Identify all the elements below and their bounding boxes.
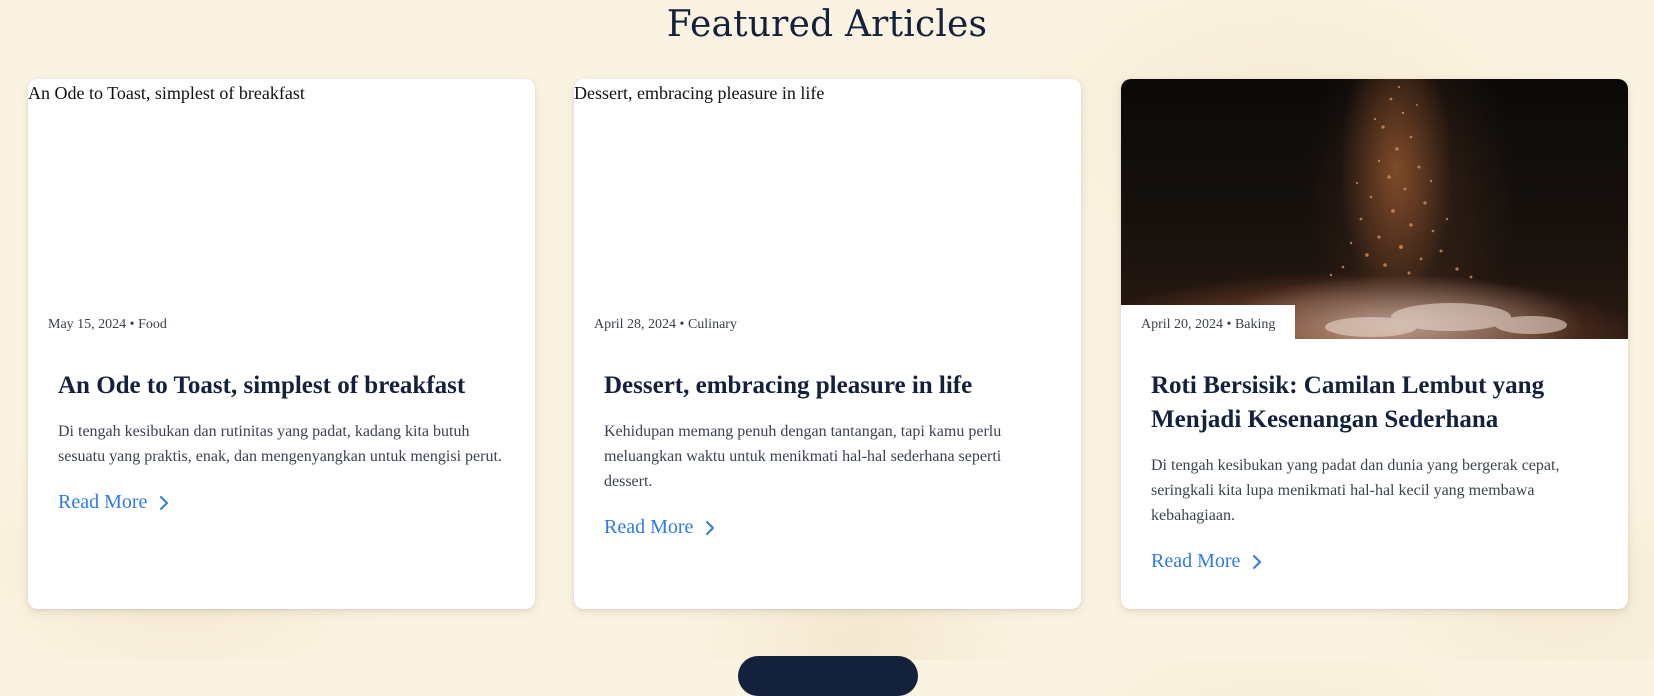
article-excerpt: Di tengah kesibukan yang padat dan dunia… xyxy=(1151,457,1560,524)
image-alt-text: An Ode to Toast, simplest of breakfast xyxy=(28,83,305,103)
article-card-dessert[interactable]: Dessert, embracing pleasure in life Apri… xyxy=(574,79,1081,609)
article-image[interactable]: An Ode to Toast, simplest of breakfast M… xyxy=(28,79,535,339)
article-card-roti-bersisik[interactable]: April 20, 2024 • Baking Roti Bersisik: C… xyxy=(1121,79,1628,609)
article-meta: May 15, 2024 • Food xyxy=(28,305,187,339)
flour-particles xyxy=(1325,85,1567,337)
chevron-right-icon xyxy=(1253,554,1262,569)
read-more-label: Read More xyxy=(58,491,148,513)
view-all-button[interactable] xyxy=(738,656,918,696)
read-more-label: Read More xyxy=(1151,550,1241,572)
article-meta: April 28, 2024 • Culinary xyxy=(574,305,757,339)
article-card-toast[interactable]: An Ode to Toast, simplest of breakfast M… xyxy=(28,79,535,609)
chevron-right-icon xyxy=(706,520,715,535)
flour-dusting-photo xyxy=(1121,79,1628,339)
chevron-right-icon xyxy=(160,495,169,510)
read-more-link[interactable]: Read More xyxy=(1151,550,1264,573)
article-title[interactable]: An Ode to Toast, simplest of breakfast xyxy=(58,369,505,403)
article-image[interactable]: Dessert, embracing pleasure in life Apri… xyxy=(574,79,1081,339)
article-excerpt: Kehidupan memang penuh dengan tantangan,… xyxy=(604,423,1002,490)
article-image[interactable]: April 20, 2024 • Baking xyxy=(1121,79,1628,339)
section-title: Featured Articles xyxy=(666,4,988,45)
article-meta: April 20, 2024 • Baking xyxy=(1121,305,1296,339)
article-title[interactable]: Dessert, embracing pleasure in life xyxy=(604,369,1051,403)
read-more-label: Read More xyxy=(604,516,694,538)
article-excerpt: Di tengah kesibukan dan rutinitas yang p… xyxy=(58,423,502,465)
read-more-link[interactable]: Read More xyxy=(604,516,717,539)
article-title[interactable]: Roti Bersisik: Camilan Lembut yang Menja… xyxy=(1151,369,1598,437)
read-more-link[interactable]: Read More xyxy=(58,491,171,514)
image-alt-text: Dessert, embracing pleasure in life xyxy=(574,83,825,103)
